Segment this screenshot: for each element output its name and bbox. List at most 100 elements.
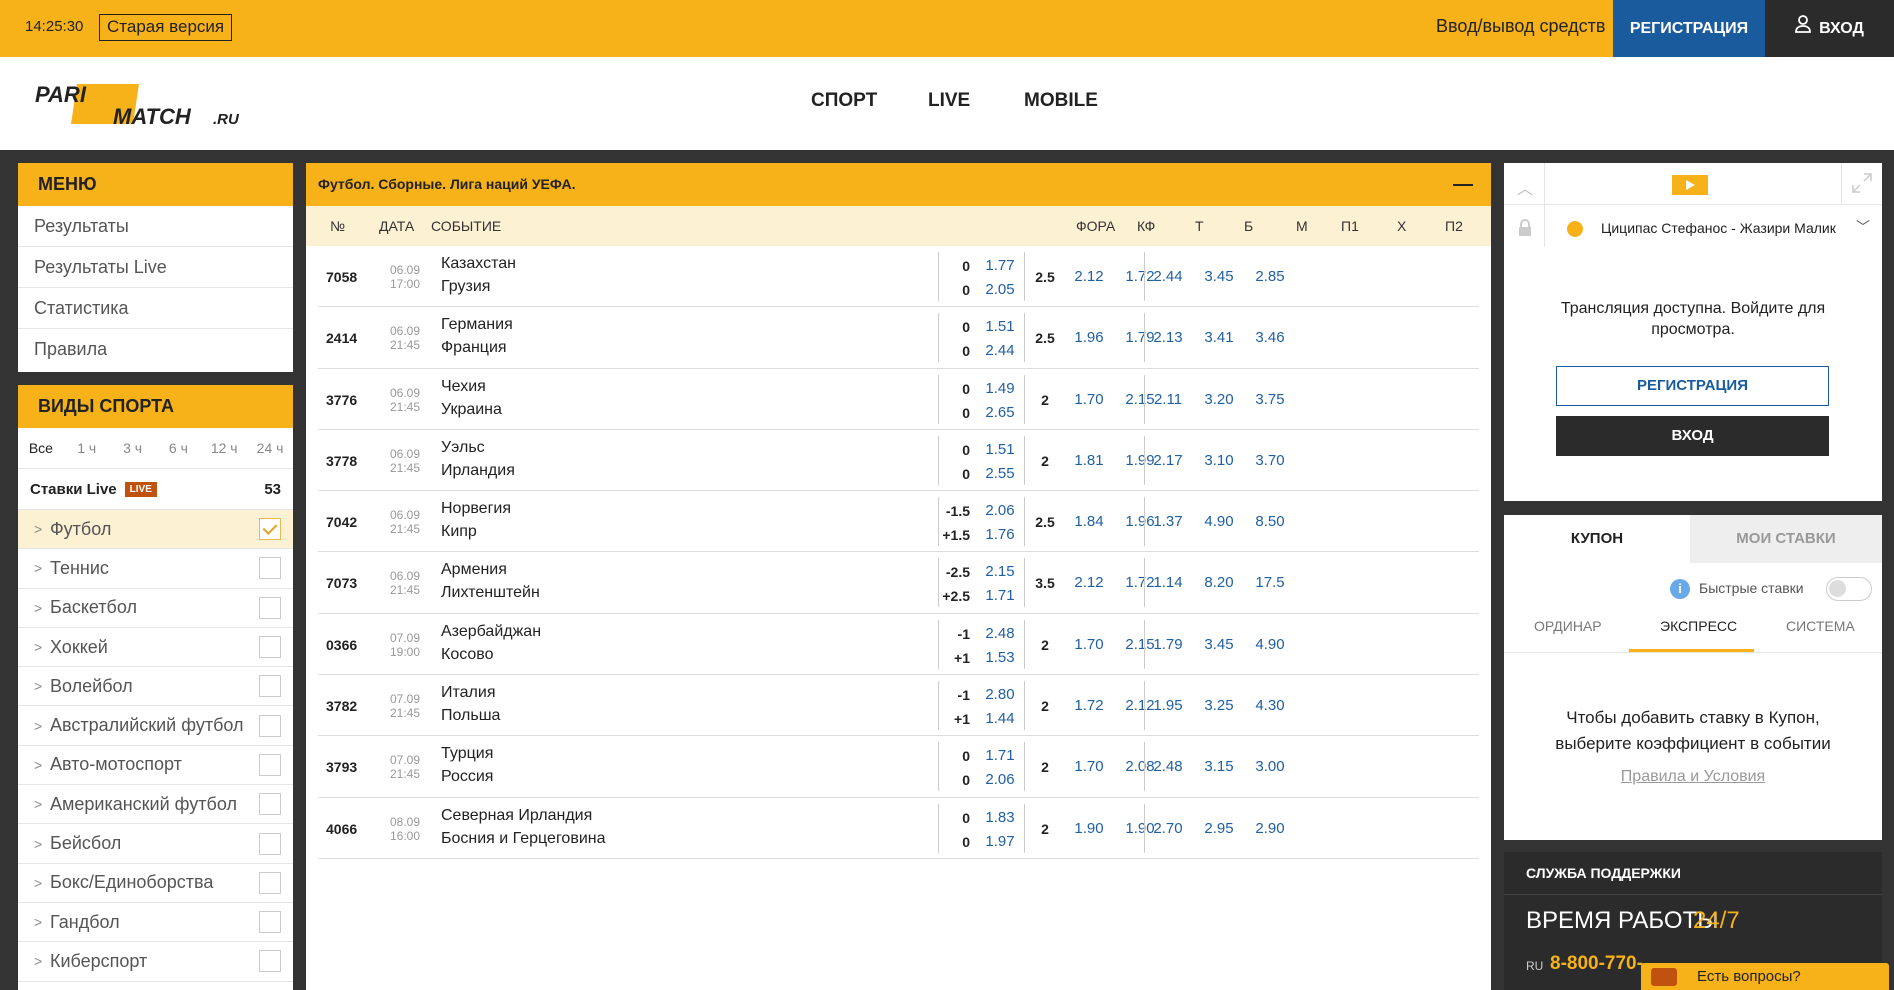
odd-handicap-home[interactable]: 2.06 <box>975 502 1025 519</box>
odd-p1[interactable]: 1.95 <box>1143 697 1193 714</box>
live-bets-row[interactable]: Ставки Live LIVE 53 <box>18 469 293 510</box>
menu-item-statistics[interactable]: Статистика <box>18 288 293 329</box>
sport-checkbox[interactable] <box>259 911 281 934</box>
play-icon[interactable] <box>1672 175 1708 195</box>
deposit-withdraw-link[interactable]: Ввод/вывод средств <box>1436 16 1605 37</box>
collapse-icon[interactable] <box>1453 184 1473 186</box>
sport-item[interactable]: > Киберспорт <box>18 942 293 982</box>
sport-checkbox[interactable] <box>259 871 281 894</box>
odd-p2[interactable]: 3.70 <box>1245 452 1295 469</box>
team-home[interactable]: Северная Ирландия <box>441 807 592 825</box>
menu-item-results-live[interactable]: Результаты Live <box>18 247 293 288</box>
odd-p2[interactable]: 2.85 <box>1245 268 1295 285</box>
team-home[interactable]: Армения <box>441 561 507 579</box>
odd-x[interactable]: 3.25 <box>1194 697 1244 714</box>
odd-over[interactable]: 2.12 <box>1064 268 1114 285</box>
team-home[interactable]: Азербайджан <box>441 623 541 641</box>
odd-over[interactable]: 1.90 <box>1064 820 1114 837</box>
team-home[interactable]: Уэльс <box>441 439 485 457</box>
odd-over[interactable]: 1.72 <box>1064 697 1114 714</box>
team-away[interactable]: Косово <box>441 646 494 664</box>
sport-checkbox[interactable] <box>259 714 281 737</box>
sport-checkbox[interactable] <box>259 832 281 855</box>
odd-handicap-home[interactable]: 1.77 <box>975 257 1025 274</box>
odd-p2[interactable]: 4.90 <box>1245 636 1295 653</box>
odd-p1[interactable]: 2.44 <box>1143 268 1193 285</box>
menu-item-rules[interactable]: Правила <box>18 329 293 370</box>
odd-over[interactable]: 1.70 <box>1064 391 1114 408</box>
odd-handicap-away[interactable]: 2.05 <box>975 281 1025 298</box>
odd-p1[interactable]: 2.70 <box>1143 820 1193 837</box>
team-home[interactable]: Германия <box>441 316 513 334</box>
filter-6h[interactable]: 6 ч <box>155 440 201 456</box>
odd-handicap-home[interactable]: 1.49 <box>975 380 1025 397</box>
sport-item[interactable]: > Баскетбол <box>18 589 293 628</box>
support-phone[interactable]: 8-800-770- <box>1550 953 1643 975</box>
odd-p1[interactable]: 1.14 <box>1143 574 1193 591</box>
tab-my-bets[interactable]: МОИ СТАВКИ <box>1690 515 1882 563</box>
info-icon[interactable]: i <box>1670 579 1690 599</box>
team-home[interactable]: Италия <box>441 684 495 702</box>
sport-item[interactable]: > Бейсбол <box>18 824 293 864</box>
team-away[interactable]: Ирландия <box>441 462 515 480</box>
odd-x[interactable]: 3.45 <box>1194 268 1244 285</box>
menu-item-results[interactable]: Результаты <box>18 206 293 247</box>
odd-p1[interactable]: 2.48 <box>1143 758 1193 775</box>
team-away[interactable]: Лихтенштейн <box>441 584 540 602</box>
odd-handicap-home[interactable]: 2.48 <box>975 625 1025 642</box>
odd-over[interactable]: 1.70 <box>1064 636 1114 653</box>
odd-handicap-away[interactable]: 2.44 <box>975 342 1025 359</box>
sport-checkbox[interactable] <box>259 950 281 973</box>
odd-handicap-away[interactable]: 2.55 <box>975 465 1025 482</box>
odd-x[interactable]: 2.95 <box>1194 820 1244 837</box>
chevron-down-icon[interactable]: ﹀ <box>1856 217 1870 237</box>
type-single[interactable]: ОРДИНАР <box>1534 618 1602 634</box>
odd-p2[interactable]: 3.00 <box>1245 758 1295 775</box>
team-away[interactable]: Кипр <box>441 523 477 541</box>
odd-p1[interactable]: 1.37 <box>1143 513 1193 530</box>
odd-x[interactable]: 8.20 <box>1194 574 1244 591</box>
filter-1h[interactable]: 1 ч <box>64 440 110 456</box>
filter-all[interactable]: Все <box>18 440 64 456</box>
filter-3h[interactable]: 3 ч <box>110 440 156 456</box>
odd-handicap-away[interactable]: 2.06 <box>975 771 1025 788</box>
nav-mobile[interactable]: MOBILE <box>1024 90 1098 112</box>
odd-handicap-away[interactable]: 1.53 <box>975 649 1025 666</box>
register-button[interactable]: РЕГИСТРАЦИЯ <box>1613 0 1765 57</box>
odd-x[interactable]: 3.45 <box>1194 636 1244 653</box>
sport-checkbox[interactable] <box>259 557 281 580</box>
odd-x[interactable]: 3.41 <box>1194 329 1244 346</box>
odd-handicap-away[interactable]: 1.76 <box>975 526 1025 543</box>
odd-over[interactable]: 1.81 <box>1064 452 1114 469</box>
chat-widget[interactable]: Есть вопросы? <box>1641 963 1889 990</box>
odd-handicap-home[interactable]: 1.51 <box>975 318 1025 335</box>
sport-item[interactable]: > Американский футбол <box>18 785 293 825</box>
team-away[interactable]: Грузия <box>441 278 490 296</box>
odd-x[interactable]: 4.90 <box>1194 513 1244 530</box>
odd-handicap-away[interactable]: 1.71 <box>975 587 1025 604</box>
odd-over[interactable]: 1.70 <box>1064 758 1114 775</box>
team-away[interactable]: Франция <box>441 339 507 357</box>
odd-p1[interactable]: 2.13 <box>1143 329 1193 346</box>
tab-coupon[interactable]: КУПОН <box>1504 515 1690 563</box>
odd-p2[interactable]: 2.90 <box>1245 820 1295 837</box>
stream-login-button[interactable]: ВХОД <box>1556 416 1829 456</box>
sport-item[interactable]: > Волейбол <box>18 667 293 707</box>
sport-checkbox[interactable] <box>259 596 281 619</box>
team-away[interactable]: Босния и Герцеговина <box>441 830 606 848</box>
chevron-up-icon[interactable]: ︿ <box>1517 175 1533 199</box>
team-away[interactable]: Россия <box>441 768 493 786</box>
sport-item[interactable]: > Австралийский футбол <box>18 706 293 746</box>
sport-checkbox[interactable] <box>259 518 281 541</box>
type-system[interactable]: СИСТЕМА <box>1786 618 1855 634</box>
team-home[interactable]: Норвегия <box>441 500 511 518</box>
parimatch-logo[interactable]: PARI MATCH .RU <box>35 82 250 129</box>
sport-item[interactable]: > Футбол <box>18 510 293 550</box>
old-version-link[interactable]: Старая версия <box>99 14 233 41</box>
odd-p1[interactable]: 2.17 <box>1143 452 1193 469</box>
team-away[interactable]: Украина <box>441 401 502 419</box>
rules-link[interactable]: Правила и Условия <box>1504 768 1882 786</box>
odd-p2[interactable]: 17.5 <box>1245 574 1295 591</box>
stream-match[interactable]: Циципас Стефанос - Жазири Малик <box>1601 220 1836 236</box>
odd-p2[interactable]: 4.30 <box>1245 697 1295 714</box>
